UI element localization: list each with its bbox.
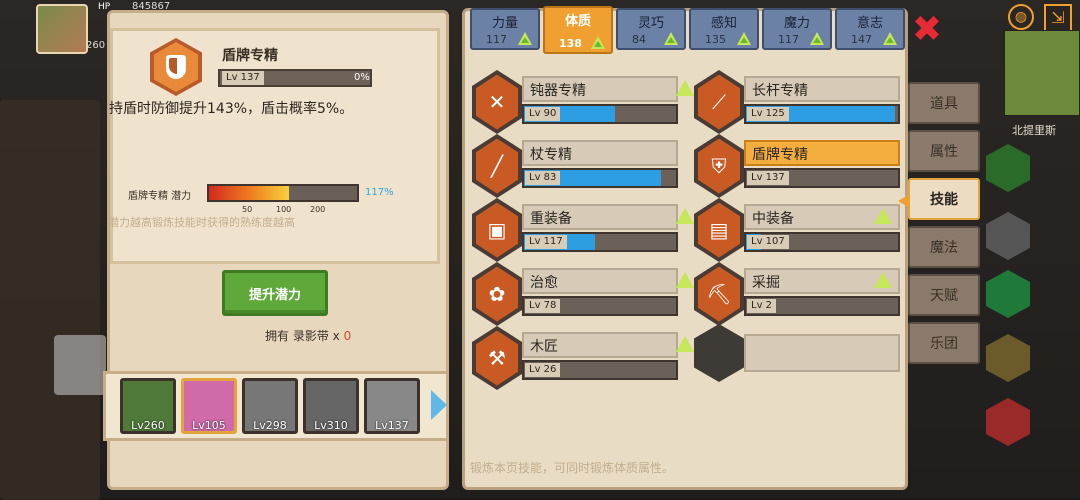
stat-tab-name: 体质 bbox=[564, 14, 591, 29]
upgrade-arrow-icon[interactable] bbox=[676, 80, 694, 96]
detail-level: Lv 137 bbox=[222, 71, 264, 85]
skill-card[interactable]: ▤ 中装备 Lv 107 bbox=[694, 198, 900, 262]
detail-progress-pct: 0% bbox=[354, 72, 370, 83]
upgrade-arrow-icon bbox=[518, 32, 532, 45]
potential-tick: 50 bbox=[242, 205, 253, 214]
hero-level: 260 bbox=[86, 40, 106, 51]
stat-tab[interactable]: 力量 117 bbox=[470, 8, 540, 50]
skill-card[interactable]: ✿ 治愈 Lv 78 bbox=[472, 262, 702, 326]
skill-name: 采掘 bbox=[752, 275, 780, 291]
stat-tab-value: 117 bbox=[486, 33, 507, 46]
owned-tapes: 拥有 录影带 x 0 bbox=[265, 327, 351, 344]
locked-skill-slot bbox=[744, 334, 900, 372]
stat-tab-value: 138 bbox=[559, 37, 582, 50]
skill-name: 中装备 bbox=[752, 211, 794, 227]
skill-level: Lv 26 bbox=[525, 363, 561, 377]
upgrade-arrow-icon[interactable] bbox=[676, 208, 694, 224]
hero-slot[interactable]: Lv298 bbox=[242, 378, 298, 434]
minimap-label: 北提里斯 bbox=[1012, 124, 1056, 137]
side-menu-item[interactable]: 道具 bbox=[908, 82, 980, 124]
upgrade-arrow-icon bbox=[737, 32, 751, 45]
skill-level: Lv 125 bbox=[747, 107, 789, 121]
minimap[interactable] bbox=[1004, 30, 1080, 116]
skill-name: 长杆专精 bbox=[752, 83, 808, 99]
potential-label: 盾牌专精 潜力 bbox=[128, 191, 192, 202]
upgrade-arrow-icon[interactable] bbox=[676, 272, 694, 288]
stat-tab-name: 魔力 bbox=[783, 16, 810, 31]
upgrade-arrow-icon bbox=[664, 32, 678, 45]
upgrade-arrow-icon[interactable] bbox=[676, 336, 694, 352]
skill-name: 治愈 bbox=[530, 275, 558, 291]
potential-tick: 100 bbox=[276, 205, 292, 214]
hero-portrait[interactable] bbox=[36, 4, 88, 54]
skill-card[interactable]: ⛏ 采掘 Lv 2 bbox=[694, 262, 900, 326]
side-menu-item[interactable]: 属性 bbox=[908, 130, 980, 172]
skill-card[interactable]: ╱ 杖专精 Lv 83 bbox=[472, 134, 702, 198]
side-menu-item[interactable]: 魔法 bbox=[908, 226, 980, 268]
hero-slot-level: Lv310 bbox=[314, 419, 348, 432]
stat-tab-value: 84 bbox=[632, 33, 646, 46]
skill-level: Lv 117 bbox=[525, 235, 567, 249]
skill-card[interactable]: ✕ 钝器专精 Lv 90 bbox=[472, 70, 702, 134]
stat-tab[interactable]: 灵巧 84 bbox=[616, 8, 686, 50]
exit-icon[interactable]: ⇲ bbox=[1044, 4, 1072, 32]
left-nav-button[interactable] bbox=[54, 335, 106, 395]
skill-level: Lv 107 bbox=[747, 235, 789, 249]
stat-tab[interactable]: 感知 135 bbox=[689, 8, 759, 50]
skill-name: 盾牌专精 bbox=[752, 147, 808, 163]
side-menu-item[interactable]: 技能 bbox=[908, 178, 980, 220]
skill-name: 钝器专精 bbox=[530, 83, 586, 99]
skill-name: 杖专精 bbox=[530, 147, 572, 163]
hero-slot[interactable]: Lv310 bbox=[303, 378, 359, 434]
side-menu-item[interactable]: 乐团 bbox=[908, 322, 980, 364]
hero-slot-level: Lv260 bbox=[131, 419, 165, 432]
skill-card[interactable]: ⛨ 盾牌专精 Lv 137 bbox=[694, 134, 900, 198]
stat-tab-value: 117 bbox=[778, 33, 799, 46]
footer-note: 锻炼本页技能，可同时锻炼体质属性。 bbox=[470, 461, 675, 475]
potential-pct: 117% bbox=[365, 187, 394, 198]
hero-slot-level: Lv298 bbox=[253, 419, 287, 432]
background-terrain bbox=[0, 100, 100, 500]
skill-name: 木匠 bbox=[530, 339, 558, 355]
side-menu-item[interactable]: 天赋 bbox=[908, 274, 980, 316]
upgrade-arrow-icon bbox=[591, 36, 605, 49]
potential-fill bbox=[209, 186, 289, 200]
stat-tab[interactable]: 魔力 117 bbox=[762, 8, 832, 50]
owned-prefix: 拥有 录影带 x bbox=[265, 329, 340, 343]
stat-tab[interactable]: 体质 138 bbox=[543, 6, 613, 54]
stat-tab-value: 135 bbox=[705, 33, 726, 46]
stat-tab[interactable]: 意志 147 bbox=[835, 8, 905, 50]
boost-potential-button[interactable]: 提升潜力 bbox=[222, 270, 328, 316]
globe-icon[interactable]: ◍ bbox=[1008, 4, 1034, 30]
skill-level: Lv 137 bbox=[747, 171, 789, 185]
close-button[interactable]: ✖ bbox=[909, 12, 945, 48]
upgrade-arrow-icon bbox=[810, 32, 824, 45]
stat-tab-name: 灵巧 bbox=[637, 16, 664, 31]
potential-tick: 200 bbox=[310, 205, 326, 214]
skill-level: Lv 2 bbox=[747, 299, 777, 313]
skill-name: 重装备 bbox=[530, 211, 572, 227]
detail-skill-name: 盾牌专精 bbox=[222, 48, 278, 64]
owned-count: 0 bbox=[343, 329, 352, 343]
skill-level: Lv 78 bbox=[525, 299, 561, 313]
skill-card[interactable]: ▣ 重装备 Lv 117 bbox=[472, 198, 702, 262]
hero-slot-level: Lv137 bbox=[375, 419, 409, 432]
stat-tab-value: 147 bbox=[851, 33, 872, 46]
hero-slot[interactable]: Lv137 bbox=[364, 378, 420, 434]
skill-card[interactable]: ⚒ 木匠 Lv 26 bbox=[472, 326, 702, 390]
hero-slot-level: Lv105 bbox=[192, 419, 226, 432]
stat-tab-name: 力量 bbox=[491, 16, 518, 31]
upgrade-arrow-icon bbox=[883, 32, 897, 45]
hero-slot[interactable]: Lv260 bbox=[120, 378, 176, 434]
stat-tab-name: 意志 bbox=[856, 16, 883, 31]
potential-note: 潜力越高锻炼技能时获得的熟练度越高 bbox=[108, 216, 295, 229]
hero-slot[interactable]: Lv105 bbox=[181, 378, 237, 434]
skill-card[interactable]: ⟋ 长杆专精 Lv 125 bbox=[694, 70, 900, 134]
stat-tab-name: 感知 bbox=[710, 16, 737, 31]
skill-level: Lv 90 bbox=[525, 107, 561, 121]
detail-description: 持盾时防御提升143%，盾击概率5%。 bbox=[109, 101, 354, 117]
skill-level: Lv 83 bbox=[525, 171, 561, 185]
